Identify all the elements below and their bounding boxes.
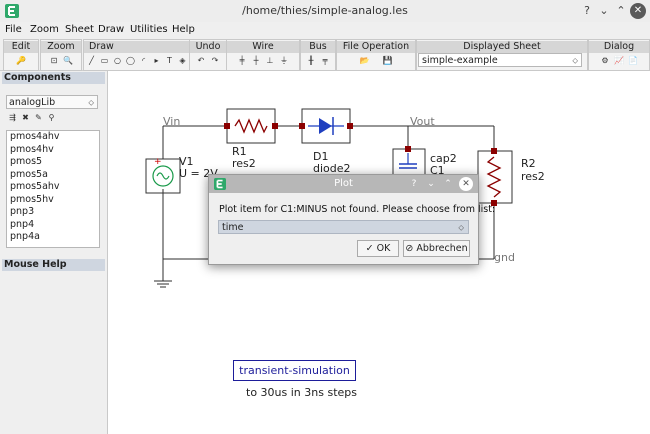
list-item[interactable]: pnp3 — [7, 206, 99, 219]
r1-type: res2 — [232, 157, 256, 170]
draw-line-icon[interactable]: ╱ — [86, 55, 97, 66]
bus-tap-icon[interactable]: ╤ — [320, 55, 331, 66]
edit-tool-icon[interactable]: 🔑 — [16, 55, 27, 66]
ok-button[interactable]: ✓ OK — [357, 240, 399, 257]
r2-type: res2 — [521, 170, 545, 183]
toolbar-group-draw: Draw ╱ ▭ ○ ◯ ◜ ▸ T ◈ — [83, 39, 191, 71]
library-select[interactable]: analogLib ⬦ — [6, 95, 98, 109]
list-item[interactable]: pmos5hv — [7, 194, 99, 207]
menu-help[interactable]: Help — [172, 24, 195, 35]
window-titlebar: /home/thies/simple-analog.les ? ⌄ ⌃ ✕ — [0, 0, 650, 23]
diode-d1[interactable] — [301, 108, 351, 144]
r2-name: R2 — [521, 157, 536, 170]
list-item[interactable]: pmos5 — [7, 156, 99, 169]
dialog-maximize-button[interactable]: ⌃ — [441, 177, 455, 191]
toolbar-group-dialog: Dialog ⚙ 📈 📄 — [588, 39, 650, 71]
chevron-down-icon: ⬦ — [88, 98, 94, 107]
list-item[interactable]: pmos5ahv — [7, 181, 99, 194]
window-title: /home/thies/simple-analog.les — [242, 4, 408, 17]
library-edit-icon[interactable]: ✎ — [34, 113, 43, 122]
menu-file[interactable]: File — [5, 24, 22, 35]
resistor-r2[interactable] — [477, 150, 513, 204]
library-delete-icon[interactable]: ✖ — [21, 113, 30, 122]
svg-text:+: + — [154, 157, 162, 167]
draw-circle-icon[interactable]: ○ — [112, 55, 123, 66]
open-file-icon[interactable]: 📂 — [359, 55, 370, 66]
draw-ellipse-icon[interactable]: ◯ — [125, 55, 136, 66]
zoom-area-icon[interactable]: 🔍 — [63, 55, 74, 66]
chevron-down-icon: ⬦ — [458, 223, 464, 232]
dialog-titlebar: Plot ? ⌄ ⌃ ✕ — [209, 175, 478, 193]
close-window-button[interactable]: ✕ — [630, 3, 646, 19]
library-import-icon[interactable]: ⇶ — [8, 113, 17, 122]
components-panel: Components analogLib ⬦ ⇶ ✖ ✎ ⚲ pmos4ahv … — [0, 71, 108, 434]
dialog-info-icon[interactable]: 📄 — [628, 55, 639, 66]
simulation-subtitle: to 30us in 3ns steps — [246, 386, 357, 399]
menu-sheet[interactable]: Sheet — [65, 24, 94, 35]
plot-dialog: Plot ? ⌄ ⌃ ✕ Plot item for C1:MINUS not … — [208, 174, 495, 265]
check-icon: ✓ — [365, 243, 374, 254]
bus-draw-icon[interactable]: ╫ — [306, 55, 317, 66]
dialog-help-button[interactable]: ? — [407, 177, 421, 191]
voltage-source-v1[interactable]: + — [145, 157, 181, 194]
component-list[interactable]: pmos4ahv pmos4hv pmos5 pmos5a pmos5ahv p… — [6, 130, 100, 248]
maximize-window-button[interactable]: ⌃ — [613, 3, 629, 19]
dialog-plot-icon[interactable]: 📈 — [614, 55, 625, 66]
simulation-box[interactable]: transient-simulation — [233, 360, 356, 381]
dialog-minimize-button[interactable]: ⌄ — [424, 177, 438, 191]
draw-arc-icon[interactable]: ◜ — [138, 55, 149, 66]
save-file-icon[interactable]: 💾 — [382, 55, 393, 66]
draw-pin-icon[interactable]: ▸ — [151, 55, 162, 66]
help-window-button[interactable]: ? — [579, 3, 595, 19]
draw-text-icon[interactable]: T — [164, 55, 175, 66]
toolbar-group-file-operation: File Operation 📂 💾 — [336, 39, 416, 71]
list-item[interactable]: pmos5a — [7, 169, 99, 182]
list-item[interactable]: pnp4 — [7, 219, 99, 232]
menubar: File Zoom Sheet Draw Utilities Help — [0, 22, 650, 38]
net-label-vin: Vin — [163, 115, 181, 128]
dialog-message: Plot item for C1:MINUS not found. Please… — [219, 204, 496, 215]
wire-ground-icon[interactable]: ⏚ — [279, 55, 290, 66]
wire-draw-icon[interactable]: ╪ — [237, 55, 248, 66]
undo-icon[interactable]: ↶ — [196, 55, 207, 66]
toolbar-group-wire: Wire ╪ ┼ ⊥ ⏚ — [226, 39, 300, 71]
draw-color-icon[interactable]: ◈ — [177, 55, 188, 66]
toolbar-group-edit: Edit 🔑 — [3, 39, 39, 71]
menu-zoom[interactable]: Zoom — [30, 24, 59, 35]
cancel-button[interactable]: ⊘ Abbrechen — [403, 240, 470, 257]
cancel-icon: ⊘ — [405, 243, 414, 254]
library-tool-icons: ⇶ ✖ ✎ ⚲ — [8, 113, 56, 125]
mouse-help-title: Mouse Help — [2, 259, 105, 271]
net-label-gnd: gnd — [494, 251, 515, 264]
menu-utilities[interactable]: Utilities — [130, 24, 168, 35]
list-item[interactable]: pmos4ahv — [7, 131, 99, 144]
library-search-icon[interactable]: ⚲ — [47, 113, 56, 122]
resistor-r1[interactable] — [226, 108, 276, 144]
dialog-close-button[interactable]: ✕ — [459, 177, 473, 191]
chevron-down-icon: ⬦ — [572, 56, 578, 65]
draw-rect-icon[interactable]: ▭ — [99, 55, 110, 66]
minimize-window-button[interactable]: ⌄ — [596, 3, 612, 19]
zoom-fit-icon[interactable]: ⊡ — [49, 55, 60, 66]
toolbar-group-zoom: Zoom ⊡ 🔍 — [40, 39, 82, 71]
menu-draw[interactable]: Draw — [98, 24, 124, 35]
net-label-vout: Vout — [410, 115, 435, 128]
redo-icon[interactable]: ↷ — [210, 55, 221, 66]
dialog-settings-icon[interactable]: ⚙ — [600, 55, 611, 66]
list-item[interactable]: pnp4a — [7, 231, 99, 244]
toolbar-group-bus: Bus ╫ ╤ — [300, 39, 336, 71]
displayed-sheet-select[interactable]: simple-example ⬦ — [418, 53, 582, 67]
components-panel-title: Components — [2, 72, 105, 84]
toolbar-group-undo: Undo ↶ ↷ — [189, 39, 227, 71]
list-item[interactable]: pmos4hv — [7, 144, 99, 157]
wire-label-icon[interactable]: ⊥ — [265, 55, 276, 66]
plot-item-combobox[interactable]: time ⬦ — [218, 220, 469, 234]
wire-junction-icon[interactable]: ┼ — [251, 55, 262, 66]
